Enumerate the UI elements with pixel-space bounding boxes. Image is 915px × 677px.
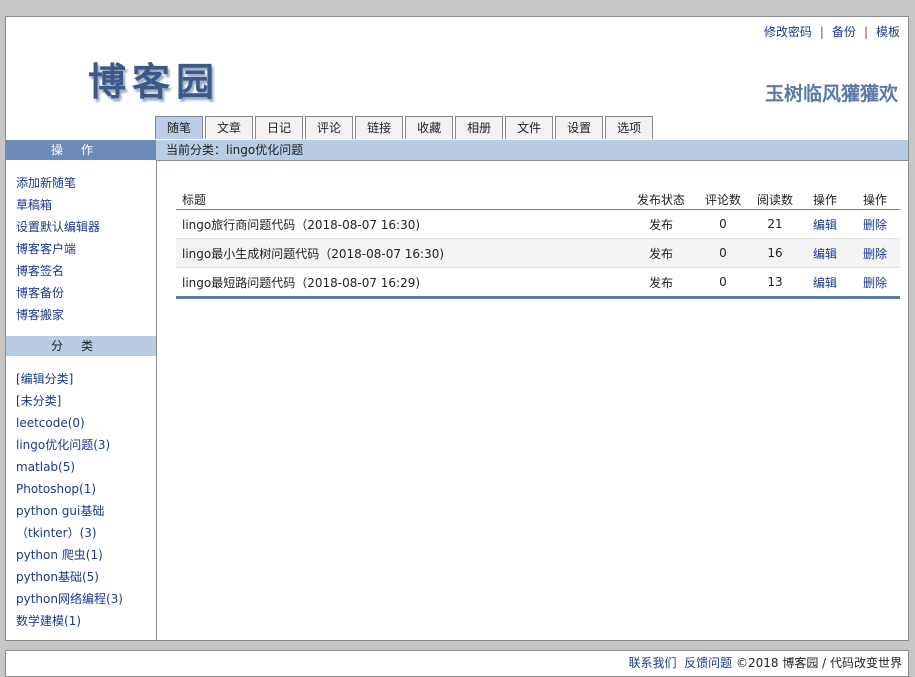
header-title: 标题 xyxy=(176,189,626,210)
list-item: 数学建模(1) xyxy=(16,610,156,632)
site-logo[interactable]: 博客园 xyxy=(88,51,220,106)
delete-link[interactable]: 删除 xyxy=(863,276,887,290)
drafts-link[interactable]: 草稿箱 xyxy=(16,198,52,212)
feedback-link[interactable]: 反馈问题 xyxy=(684,656,732,670)
sidebar: 操作 添加新随笔 草稿箱 设置默认编辑器 博客客户端 博客签名 博客备份 博客搬… xyxy=(6,140,157,640)
header-delete: 操作 xyxy=(850,189,900,210)
add-post-link[interactable]: 添加新随笔 xyxy=(16,176,76,190)
tab-comments[interactable]: 评论 xyxy=(305,116,354,139)
post-reads: 16 xyxy=(750,238,800,268)
list-item: 博客搬家 xyxy=(16,304,156,326)
category-link[interactable]: （tkinter）(3) xyxy=(16,526,97,540)
category-link[interactable]: leetcode(0) xyxy=(16,416,85,430)
list-item: （tkinter）(3) xyxy=(16,522,156,544)
table-row: lingo最短路问题代码（2018-08-07 16:29) 发布 0 13 编… xyxy=(176,267,900,299)
tab-links[interactable]: 链接 xyxy=(355,116,404,139)
header-comments: 评论数 xyxy=(696,189,750,210)
category-link[interactable]: python gui基础 xyxy=(16,504,104,518)
category-link[interactable]: python网络编程(3) xyxy=(16,592,123,606)
top-links: 修改密码 | 备份 | 模板 xyxy=(763,25,900,39)
edit-link[interactable]: 编辑 xyxy=(813,247,837,261)
blog-move-link[interactable]: 博客搬家 xyxy=(16,308,64,322)
list-item: 添加新随笔 xyxy=(16,172,156,194)
post-comments: 0 xyxy=(696,267,750,299)
tab-posts[interactable]: 随笔 xyxy=(155,116,204,139)
header-edit: 操作 xyxy=(800,189,850,210)
tab-albums[interactable]: 相册 xyxy=(455,116,504,139)
category-link[interactable]: Photoshop(1) xyxy=(16,482,96,496)
main-frame: 修改密码 | 备份 | 模板 博客园 玉树临风獾獾欢 随笔 文章 日记 评论 链接 收藏… xyxy=(5,16,909,641)
post-title[interactable]: lingo旅行商问题代码（2018-08-07 16:30) xyxy=(176,209,626,239)
edit-link[interactable]: 编辑 xyxy=(813,276,837,290)
tab-settings[interactable]: 设置 xyxy=(555,116,604,139)
post-comments: 0 xyxy=(696,238,750,268)
category-link[interactable]: matlab(5) xyxy=(16,460,75,474)
list-item: 博客客户端 xyxy=(16,238,156,260)
template-link[interactable]: 模板 xyxy=(876,25,900,39)
tab-favorites[interactable]: 收藏 xyxy=(405,116,454,139)
tab-files[interactable]: 文件 xyxy=(505,116,554,139)
list-item: lingo优化问题(3) xyxy=(16,434,156,456)
post-reads: 13 xyxy=(750,267,800,299)
tab-articles[interactable]: 文章 xyxy=(205,116,254,139)
list-item: Photoshop(1) xyxy=(16,478,156,500)
tab-diary[interactable]: 日记 xyxy=(255,116,304,139)
table-row: lingo旅行商问题代码（2018-08-07 16:30) 发布 0 21 编… xyxy=(176,209,900,239)
tab-options[interactable]: 选项 xyxy=(605,116,654,139)
post-title[interactable]: lingo最短路问题代码（2018-08-07 16:29) xyxy=(176,267,626,299)
posts-table: 标题 发布状态 评论数 阅读数 操作 操作 lingo旅行商问题代码（2018-… xyxy=(176,189,900,299)
edit-categories-link[interactable]: [编辑分类] xyxy=(16,372,73,386)
list-item: python gui基础 xyxy=(16,500,156,522)
list-item: python网络编程(3) xyxy=(16,588,156,610)
change-password-link[interactable]: 修改密码 xyxy=(764,25,812,39)
operations-header: 操作 xyxy=(6,140,156,160)
post-status: 发布 xyxy=(626,209,696,239)
list-item: matlab(5) xyxy=(16,456,156,478)
table-row: lingo最小生成树问题代码（2018-08-07 16:30) 发布 0 16… xyxy=(176,238,900,268)
current-category-bar: 当前分类：lingo优化问题 xyxy=(156,140,908,161)
posts-content: 标题 发布状态 评论数 阅读数 操作 操作 lingo旅行商问题代码（2018-… xyxy=(176,189,900,299)
list-item: 设置默认编辑器 xyxy=(16,216,156,238)
post-status: 发布 xyxy=(626,267,696,299)
delete-link[interactable]: 删除 xyxy=(863,247,887,261)
list-item: [未分类] xyxy=(16,390,156,412)
header-reads: 阅读数 xyxy=(750,189,800,210)
category-link[interactable]: [未分类] xyxy=(16,394,61,408)
list-item: [编辑分类] xyxy=(16,368,156,390)
blog-signature-link[interactable]: 博客签名 xyxy=(16,264,64,278)
default-editor-link[interactable]: 设置默认编辑器 xyxy=(16,220,100,234)
footer: 联系我们 反馈问题 ©2018 博客园 / 代码改变世界 xyxy=(5,650,909,677)
list-item: leetcode(0) xyxy=(16,412,156,434)
list-item: python基础(5) xyxy=(16,566,156,588)
category-link[interactable]: 数学建模(1) xyxy=(16,614,81,628)
contact-link[interactable]: 联系我们 xyxy=(628,656,676,670)
categories-header: 分类 xyxy=(6,336,156,356)
category-link[interactable]: lingo优化问题(3) xyxy=(16,438,110,452)
categories-list: [编辑分类] [未分类] leetcode(0) lingo优化问题(3) ma… xyxy=(6,356,156,642)
header-status: 发布状态 xyxy=(626,189,696,210)
blog-name: 玉树临风獾獾欢 xyxy=(764,83,898,105)
blog-client-link[interactable]: 博客客户端 xyxy=(16,242,76,256)
post-title[interactable]: lingo最小生成树问题代码（2018-08-07 16:30) xyxy=(176,238,626,268)
post-status: 发布 xyxy=(626,238,696,268)
list-item: python 爬虫(1) xyxy=(16,544,156,566)
table-header-row: 标题 发布状态 评论数 阅读数 操作 操作 xyxy=(176,189,900,210)
copyright-text: ©2018 博客园 / 代码改变世界 xyxy=(735,656,902,670)
category-link[interactable]: python 爬虫(1) xyxy=(16,548,103,562)
post-comments: 0 xyxy=(696,209,750,239)
nav-tabs: 随笔 文章 日记 评论 链接 收藏 相册 文件 设置 选项 xyxy=(155,116,655,140)
operations-list: 添加新随笔 草稿箱 设置默认编辑器 博客客户端 博客签名 博客备份 博客搬家 xyxy=(6,160,156,336)
edit-link[interactable]: 编辑 xyxy=(813,218,837,232)
post-reads: 21 xyxy=(750,209,800,239)
delete-link[interactable]: 删除 xyxy=(863,218,887,232)
blog-backup-link[interactable]: 博客备份 xyxy=(16,286,64,300)
category-link[interactable]: python基础(5) xyxy=(16,570,99,584)
list-item: 博客备份 xyxy=(16,282,156,304)
backup-link[interactable]: 备份 xyxy=(832,25,856,39)
list-item: 博客签名 xyxy=(16,260,156,282)
list-item: 草稿箱 xyxy=(16,194,156,216)
